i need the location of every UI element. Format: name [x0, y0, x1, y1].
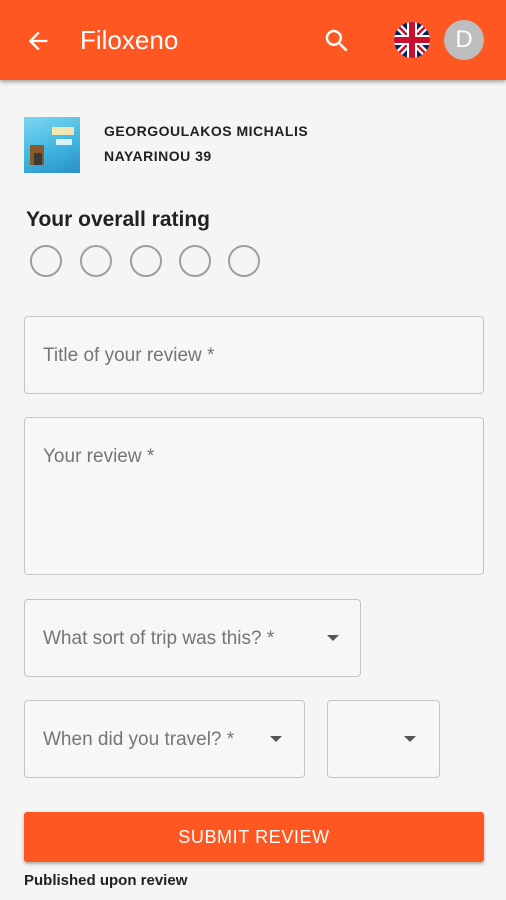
rating-option-2[interactable] [80, 245, 112, 277]
travel-date-select[interactable]: When did you travel? * [24, 700, 305, 778]
uk-flag-icon[interactable] [394, 22, 430, 58]
rating-label: Your overall rating [26, 208, 210, 231]
publish-note: Published upon review [24, 872, 188, 889]
arrow-back-icon[interactable] [24, 27, 52, 55]
app-bar: Filoxeno D [0, 0, 506, 80]
travel-date-placeholder: When did you travel? * [43, 729, 235, 750]
review-title-input[interactable]: Title of your review * [24, 316, 484, 394]
listing-address: NAYARINOU 39 [104, 148, 212, 164]
trip-type-select[interactable]: What sort of trip was this? * [24, 599, 361, 677]
listing-name: GEORGOULAKOS MICHALIS [104, 123, 309, 139]
trip-type-placeholder: What sort of trip was this? * [43, 628, 275, 649]
travel-year-select[interactable] [327, 700, 440, 778]
user-avatar[interactable]: D [444, 20, 484, 60]
submit-review-button[interactable]: SUBMIT REVIEW [24, 812, 484, 862]
review-title-placeholder: Title of your review * [43, 345, 215, 366]
rating-option-1[interactable] [30, 245, 62, 277]
listing-header: GEORGOULAKOS MICHALIS NAYARINOU 39 [24, 117, 484, 175]
review-text-area[interactable]: Your review * [24, 417, 484, 575]
chevron-down-icon [404, 736, 416, 742]
chevron-down-icon [270, 736, 282, 742]
rating-option-5[interactable] [228, 245, 260, 277]
rating-option-3[interactable] [130, 245, 162, 277]
chevron-down-icon [327, 635, 339, 641]
rating-option-4[interactable] [179, 245, 211, 277]
app-title: Filoxeno [80, 25, 179, 55]
listing-thumbnail [24, 117, 80, 173]
search-icon[interactable] [322, 26, 352, 56]
review-text-placeholder: Your review * [43, 446, 155, 467]
